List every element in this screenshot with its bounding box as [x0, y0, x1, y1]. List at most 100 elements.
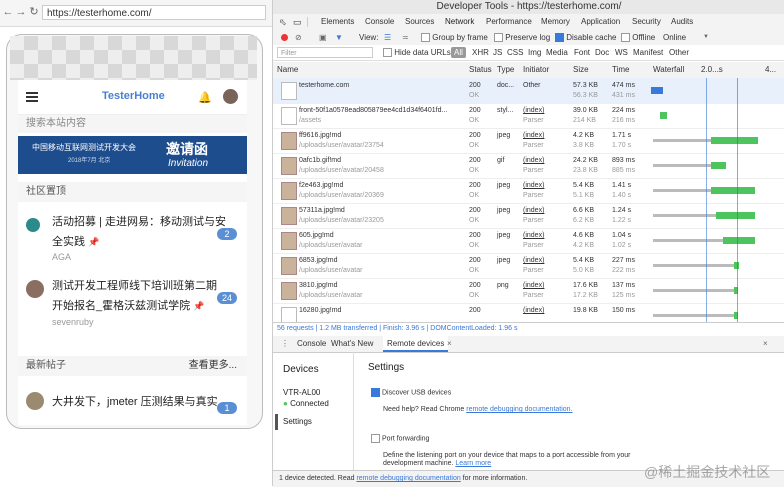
- clear-icon[interactable]: ⊘: [295, 30, 302, 45]
- disable-cache-checkbox[interactable]: [555, 33, 564, 43]
- filter-type-img[interactable]: Img: [528, 45, 541, 60]
- bell-icon[interactable]: 🔔: [198, 91, 212, 104]
- network-request-row[interactable]: 6853.jpg!md/uploads/user/avatar 200 OK jpeg…: [273, 253, 784, 279]
- hamburger-menu-icon[interactable]: [26, 92, 38, 102]
- tab-console[interactable]: Console: [365, 14, 394, 30]
- close-drawer-icon[interactable]: ×: [763, 336, 768, 352]
- device-toolbar-icon[interactable]: ▭: [293, 14, 302, 30]
- disable-cache-option[interactable]: Disable cache: [555, 30, 616, 45]
- hide-data-urls-option[interactable]: Hide data URLs: [383, 45, 451, 60]
- hide-data-urls-checkbox[interactable]: [383, 48, 392, 58]
- drawer-tab-whats-new[interactable]: What's New: [331, 336, 373, 352]
- event-banner[interactable]: 中国移动互联网测试开发大会 2018年7月 北京 邀请函 Invitation: [18, 136, 247, 174]
- filter-type-xhr[interactable]: XHR: [472, 45, 489, 60]
- waterfall-bar[interactable]: [716, 212, 755, 219]
- offline-checkbox[interactable]: [621, 33, 630, 43]
- forward-icon[interactable]: →: [15, 6, 27, 18]
- request-initiator[interactable]: (index): [523, 206, 544, 215]
- network-request-row[interactable]: 605.jpg!md/uploads/user/avatar 200 OK jpeg (…: [273, 228, 784, 254]
- topic-user[interactable]: AGA: [52, 252, 71, 262]
- drawer-tab-console[interactable]: Console: [297, 336, 326, 352]
- drawer-tab-remote-devices[interactable]: Remote devices: [383, 336, 449, 352]
- tab-security[interactable]: Security: [632, 14, 661, 30]
- col-type[interactable]: Type: [497, 62, 514, 78]
- network-request-row[interactable]: ff9616.jpg!md/uploads/user/avatar/23754 2…: [273, 128, 784, 154]
- group-by-frame-checkbox[interactable]: [421, 33, 430, 43]
- request-initiator[interactable]: (index): [523, 156, 544, 165]
- footer-docs-link[interactable]: remote debugging documentation: [356, 475, 460, 482]
- topic-item[interactable]: 测试开发工程师线下培训班第二期 开始报名_霍格沃兹测试学院 📌 sevenrub…: [18, 276, 247, 328]
- preserve-log-checkbox[interactable]: [494, 33, 503, 43]
- topic-user[interactable]: sevenruby: [52, 317, 94, 327]
- tab-sources[interactable]: Sources: [405, 14, 434, 30]
- tab-application[interactable]: Application: [581, 14, 620, 30]
- avatar[interactable]: [223, 89, 238, 104]
- back-icon[interactable]: ←: [2, 6, 14, 18]
- camera-icon[interactable]: ▣: [319, 30, 327, 45]
- topic-item[interactable]: 活动招募 | 走进网易：移动测试与安 全实践 📌 AGA 2: [18, 212, 247, 262]
- request-initiator[interactable]: (index): [523, 231, 544, 240]
- close-tab-icon[interactable]: ×: [447, 336, 452, 352]
- waterfall-bar[interactable]: [722, 237, 755, 244]
- search-input[interactable]: 搜索本站内容: [18, 115, 247, 133]
- request-initiator[interactable]: (index): [523, 181, 544, 190]
- waterfall-bar[interactable]: [651, 87, 663, 94]
- request-initiator[interactable]: Other: [523, 81, 541, 90]
- filter-type-ws[interactable]: WS: [615, 45, 628, 60]
- remote-debugging-docs-link[interactable]: remote debugging documentation.: [466, 406, 572, 413]
- filter-type-css[interactable]: CSS: [507, 45, 523, 60]
- throttle-select[interactable]: Online: [663, 30, 686, 45]
- offline-option[interactable]: Offline: [621, 30, 655, 45]
- request-initiator[interactable]: (index): [523, 281, 544, 290]
- col-time[interactable]: Time: [612, 62, 629, 78]
- device-name[interactable]: VTR-AL00: [283, 388, 320, 397]
- filter-type-js[interactable]: JS: [493, 45, 502, 60]
- tab-audits[interactable]: Audits: [671, 14, 693, 30]
- brand-logo[interactable]: TesterHome: [102, 90, 165, 102]
- large-rows-icon[interactable]: ☰: [384, 30, 391, 45]
- inspect-element-icon[interactable]: ⬁: [279, 14, 287, 30]
- filter-icon[interactable]: ▼: [335, 30, 343, 45]
- waterfall-bar[interactable]: [710, 187, 755, 194]
- network-request-row[interactable]: f2e463.jpg!md/uploads/user/avatar/20369 2…: [273, 178, 784, 204]
- preserve-log-option[interactable]: Preserve log: [494, 30, 550, 45]
- filter-type-other[interactable]: Other: [669, 45, 689, 60]
- filter-type-media[interactable]: Media: [546, 45, 568, 60]
- network-request-row[interactable]: 3810.jpg!md/uploads/user/avatar 200 OK png (…: [273, 278, 784, 304]
- record-icon[interactable]: [281, 34, 288, 41]
- chevron-down-icon[interactable]: ▼: [703, 30, 709, 45]
- waterfall-bar[interactable]: [710, 137, 758, 144]
- topic-title[interactable]: 活动招募 | 走进网易：移动测试与安: [52, 212, 226, 232]
- tab-performance[interactable]: Performance: [486, 14, 532, 30]
- request-initiator[interactable]: (index): [523, 306, 544, 315]
- latest-item[interactable]: 大井发下，jmeter 压测结果与真实 1: [18, 386, 247, 416]
- request-initiator[interactable]: (index): [523, 256, 544, 265]
- filter-input[interactable]: Filter: [277, 47, 373, 58]
- filter-type-manifest[interactable]: Manifest: [633, 45, 663, 60]
- port-forwarding-checkbox[interactable]: [371, 434, 380, 443]
- col-size[interactable]: Size: [573, 62, 589, 78]
- waterfall-bar[interactable]: [710, 162, 727, 169]
- tab-memory[interactable]: Memory: [541, 14, 570, 30]
- url-input[interactable]: https://testerhome.com/: [42, 5, 266, 20]
- group-by-frame-option[interactable]: Group by frame: [421, 30, 488, 45]
- reload-icon[interactable]: ↻: [28, 6, 40, 18]
- network-request-row[interactable]: front-50f1a0578ead805879ee4cd1d34f6401fd…: [273, 103, 784, 129]
- col-status[interactable]: Status: [469, 62, 492, 78]
- latest-title[interactable]: 大井发下，jmeter 压测结果与真实: [52, 392, 218, 412]
- network-request-row[interactable]: 16280.jpg!md 200 (index) 19.8 KB 150 ms: [273, 303, 784, 322]
- network-request-row[interactable]: testerhome.com 200 OK doc... Other 57.3 KB 56.…: [273, 78, 784, 104]
- discover-usb-checkbox[interactable]: [371, 388, 380, 397]
- settings-nav[interactable]: Settings: [283, 417, 312, 426]
- network-request-row[interactable]: 57311a.jpg!md/uploads/user/avatar/23205 2…: [273, 203, 784, 229]
- col-initiator[interactable]: Initiator: [523, 62, 549, 78]
- request-initiator[interactable]: (index): [523, 106, 544, 115]
- topic-title[interactable]: 测试开发工程师线下培训班第二期: [52, 276, 217, 296]
- filter-type-font[interactable]: Font: [574, 45, 590, 60]
- network-request-row[interactable]: 0afc1b.gif!md/uploads/user/avatar/20458 2…: [273, 153, 784, 179]
- discover-usb-option[interactable]: Discover USB devices: [371, 388, 451, 397]
- tab-elements[interactable]: Elements: [321, 14, 354, 30]
- filter-type-all[interactable]: All: [451, 47, 466, 58]
- filter-type-doc[interactable]: Doc: [595, 45, 609, 60]
- request-initiator[interactable]: (index): [523, 131, 544, 140]
